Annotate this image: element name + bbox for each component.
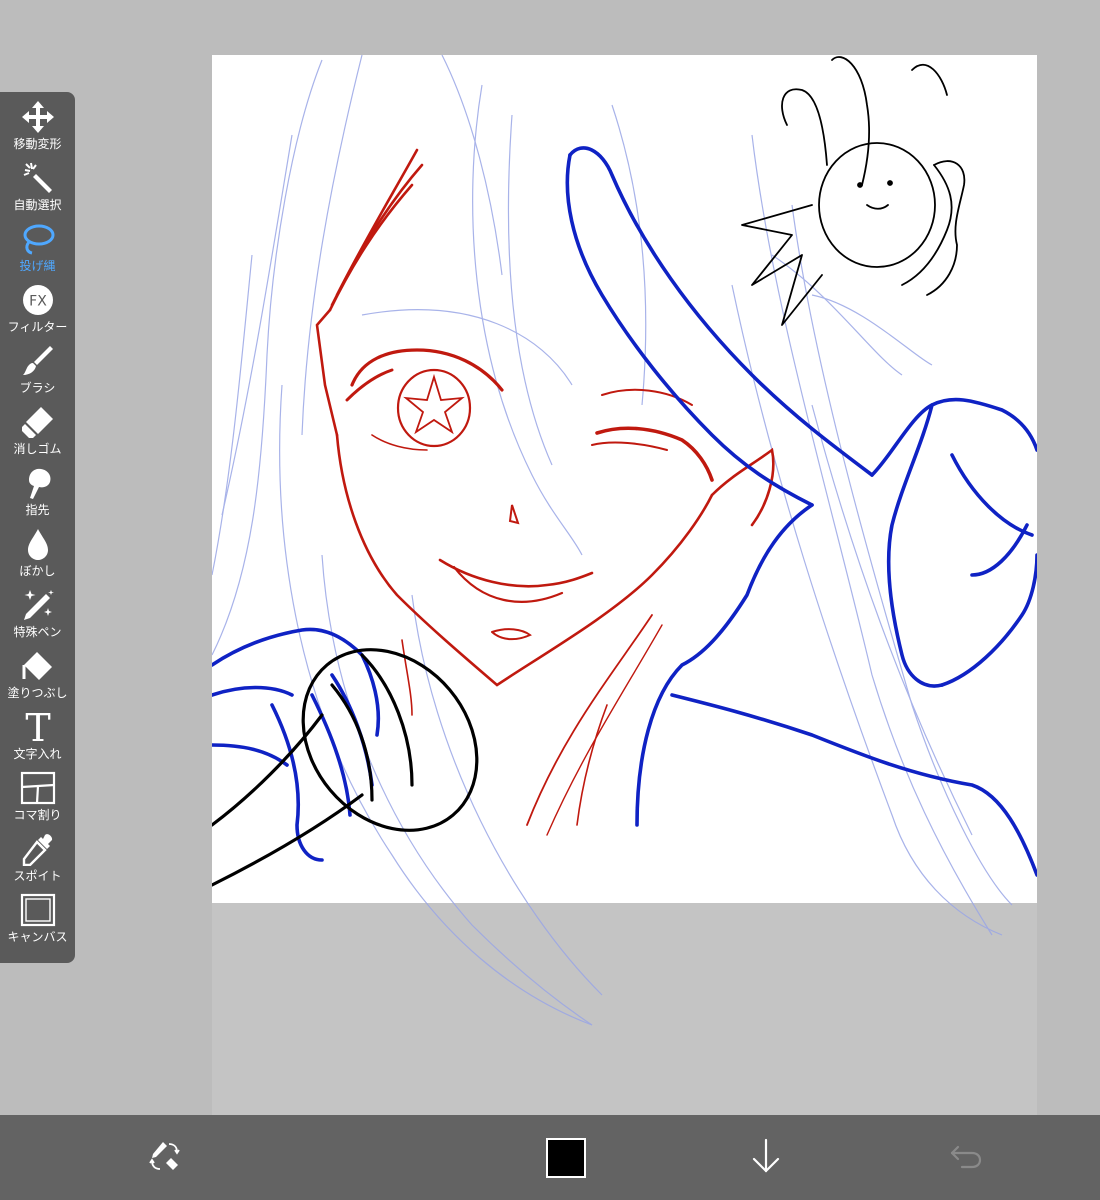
tool-label: 消しゴム <box>13 442 62 456</box>
hands-line-layer <box>212 146 1037 877</box>
text-tool-glyph: T <box>25 709 50 745</box>
tool-move-transform[interactable]: 移動変形 <box>0 98 75 159</box>
pen-eraser-swap-icon <box>145 1136 185 1180</box>
drawing-canvas[interactable] <box>212 55 1037 1115</box>
tool-finger[interactable]: 指先 <box>0 464 75 525</box>
tool-label: フィルター <box>7 320 68 334</box>
tool-special-pen[interactable]: 特殊ペン <box>0 586 75 647</box>
tool-palette: 移動変形 自動選択 投げ縄 FX フィルター ブラシ 消しゴム 指先 ぼかし 特… <box>0 92 75 963</box>
brush-icon <box>20 342 56 380</box>
tool-label: 投げ縄 <box>19 259 56 273</box>
tool-label: ブラシ <box>19 381 56 395</box>
text-t-icon: T <box>20 708 56 746</box>
tool-label: 自動選択 <box>13 198 62 212</box>
tool-eyedropper[interactable]: スポイト <box>0 830 75 891</box>
tool-text[interactable]: T 文字入れ <box>0 708 75 769</box>
app-window: 移動変形 自動選択 投げ縄 FX フィルター ブラシ 消しゴム 指先 ぼかし 特… <box>0 0 1100 1200</box>
tool-label: キャンバス <box>7 930 68 944</box>
tool-eraser[interactable]: 消しゴム <box>0 403 75 464</box>
arrow-down-icon <box>749 1136 783 1180</box>
tool-label: ぼかし <box>19 564 56 578</box>
current-color-swatch <box>546 1137 586 1178</box>
pen-eraser-toggle-button[interactable] <box>140 1115 190 1200</box>
lasso-icon <box>20 220 56 258</box>
tool-label: 文字入れ <box>13 747 62 761</box>
tool-canvas[interactable]: キャンバス <box>0 891 75 952</box>
tool-fill[interactable]: 塗りつぶし <box>0 647 75 708</box>
ink-line-layer <box>212 56 966 887</box>
magic-wand-icon <box>20 159 56 197</box>
tool-brush[interactable]: ブラシ <box>0 342 75 403</box>
finger-smudge-icon <box>20 464 56 502</box>
special-pen-icon <box>20 586 56 624</box>
blur-drop-icon <box>20 525 56 563</box>
face-line-layer <box>315 148 775 836</box>
rough-sketch-layer <box>212 55 1013 1026</box>
tool-lasso[interactable]: 投げ縄 <box>0 220 75 281</box>
bottom-toolbar <box>0 1115 1100 1200</box>
layer-down-button[interactable] <box>740 1115 792 1200</box>
tool-label: 特殊ペン <box>13 625 62 639</box>
undo-arrow-icon <box>948 1139 984 1177</box>
move-arrows-icon <box>20 98 56 136</box>
eyedropper-icon <box>20 830 56 868</box>
panel-divide-icon <box>20 769 56 807</box>
undo-button[interactable] <box>940 1115 992 1200</box>
tool-label: 塗りつぶし <box>7 686 68 700</box>
color-picker-button[interactable] <box>540 1115 592 1200</box>
paint-bucket-icon <box>20 647 56 685</box>
tool-blur[interactable]: ぼかし <box>0 525 75 586</box>
tool-auto-select[interactable]: 自動選択 <box>0 159 75 220</box>
fx-text: FX <box>29 294 47 310</box>
tool-panel-divide[interactable]: コマ割り <box>0 769 75 830</box>
tool-label: コマ割り <box>13 808 62 822</box>
eraser-icon <box>20 403 56 441</box>
tool-filter[interactable]: FX フィルター <box>0 281 75 342</box>
sketch-artwork <box>212 55 1037 1026</box>
canvas-frame-icon <box>20 891 56 929</box>
tool-label: 指先 <box>25 503 50 517</box>
tool-label: 移動変形 <box>13 137 62 151</box>
fx-filter-icon: FX <box>20 281 56 319</box>
tool-label: スポイト <box>13 869 62 883</box>
